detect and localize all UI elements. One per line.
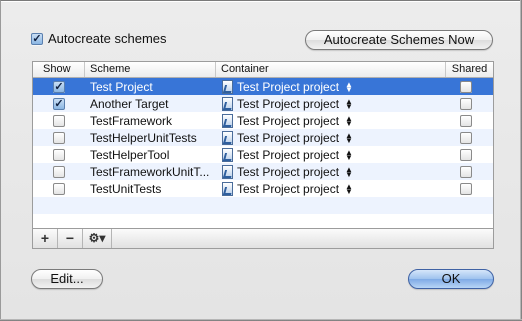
show-checkbox[interactable] <box>53 114 65 127</box>
ok-button[interactable]: OK <box>408 269 494 289</box>
show-cell: ✓ <box>33 80 85 93</box>
empty-row <box>33 197 493 214</box>
show-checkbox[interactable] <box>53 148 65 161</box>
xcode-project-icon <box>222 79 233 94</box>
table-header: Show Scheme Container Shared <box>33 62 493 78</box>
show-checkbox[interactable] <box>53 182 65 195</box>
shared-checkbox[interactable] <box>460 97 472 110</box>
shared-cell <box>446 165 493 178</box>
scheme-name: TestFrameworkUnitT... <box>90 164 210 179</box>
shared-cell <box>446 114 493 127</box>
xcode-project-icon <box>222 164 233 179</box>
xcode-project-icon <box>222 96 233 111</box>
popup-arrows-icon: ▲ ▼ <box>345 79 353 94</box>
container-popup[interactable]: Test Project project ▲ ▼ <box>216 147 446 162</box>
empty-row <box>33 214 493 228</box>
container-popup[interactable]: Test Project project ▲ ▼ <box>216 79 446 94</box>
autocreate-schemes-label: Autocreate schemes <box>48 31 167 46</box>
container-label: Test Project project <box>237 164 340 179</box>
shared-cell <box>446 131 493 144</box>
shared-cell <box>446 97 493 110</box>
autocreate-schemes-now-button[interactable]: Autocreate Schemes Now <box>305 30 493 50</box>
remove-scheme-button[interactable]: − <box>58 229 83 248</box>
checkmark-icon[interactable]: ✓ <box>31 32 43 45</box>
show-checkbox[interactable] <box>53 131 65 144</box>
show-cell <box>33 114 85 127</box>
shared-checkbox[interactable] <box>460 114 472 127</box>
column-header-show[interactable]: Show <box>33 62 85 77</box>
show-cell: ✓ <box>33 97 85 110</box>
shared-checkbox[interactable] <box>460 165 472 178</box>
show-cell <box>33 131 85 144</box>
table-body: ✓ Test Project Test Project project ▲ ▼ ✓ Anot… <box>33 78 493 228</box>
container-label: Test Project project <box>237 147 340 162</box>
scheme-name: TestHelperTool <box>90 147 170 162</box>
scheme-name: Another Target <box>90 96 169 111</box>
column-header-scheme[interactable]: Scheme <box>85 62 216 77</box>
table-row[interactable]: TestFramework Test Project project ▲ ▼ <box>33 112 493 129</box>
show-checkbox[interactable]: ✓ <box>53 97 65 110</box>
container-popup[interactable]: Test Project project ▲ ▼ <box>216 96 446 111</box>
popup-arrows-icon: ▲ ▼ <box>345 147 353 162</box>
popup-arrows-icon: ▲ ▼ <box>345 164 353 179</box>
container-label: Test Project project <box>237 113 340 128</box>
gear-icon[interactable]: ⚙▾ <box>83 229 112 248</box>
show-checkbox[interactable] <box>53 165 65 178</box>
xcode-project-icon <box>222 147 233 162</box>
container-label: Test Project project <box>237 130 340 145</box>
popup-arrows-icon: ▲ ▼ <box>345 181 353 196</box>
shared-checkbox[interactable] <box>460 182 472 195</box>
shared-cell <box>446 80 493 93</box>
container-popup[interactable]: Test Project project ▲ ▼ <box>216 181 446 196</box>
shared-checkbox[interactable] <box>460 131 472 144</box>
scheme-name: TestUnitTests <box>90 181 162 196</box>
shared-checkbox[interactable] <box>460 148 472 161</box>
table-row[interactable]: TestUnitTests Test Project project ▲ ▼ <box>33 180 493 197</box>
shared-checkbox[interactable] <box>460 80 472 93</box>
container-label: Test Project project <box>237 96 340 111</box>
xcode-project-icon <box>222 181 233 196</box>
schemes-table: Show Scheme Container Shared ✓ Test Proje… <box>32 61 494 229</box>
xcode-project-icon <box>222 130 233 145</box>
container-label: Test Project project <box>237 181 340 196</box>
scheme-manager-sheet: ✓ Autocreate schemes Autocreate Schemes … <box>0 0 522 321</box>
container-popup[interactable]: Test Project project ▲ ▼ <box>216 130 446 145</box>
show-cell <box>33 182 85 195</box>
show-cell <box>33 165 85 178</box>
edit-button[interactable]: Edit... <box>31 269 103 289</box>
show-cell <box>33 148 85 161</box>
autocreate-schemes-checkbox[interactable]: ✓ Autocreate schemes <box>31 31 167 46</box>
popup-arrows-icon: ▲ ▼ <box>345 113 353 128</box>
table-row[interactable]: ✓ Another Target Test Project project ▲ ▼ <box>33 95 493 112</box>
container-popup[interactable]: Test Project project ▲ ▼ <box>216 164 446 179</box>
scheme-name: Test Project <box>90 79 153 94</box>
table-row[interactable]: TestFrameworkUnitT... Test Project projec… <box>33 163 493 180</box>
column-header-shared[interactable]: Shared <box>446 62 493 77</box>
table-row[interactable]: ✓ Test Project Test Project project ▲ ▼ <box>33 78 493 95</box>
table-row[interactable]: TestHelperUnitTests Test Project project ▲… <box>33 129 493 146</box>
shared-cell <box>446 148 493 161</box>
add-scheme-button[interactable]: + <box>33 229 58 248</box>
scheme-name: TestHelperUnitTests <box>90 130 197 145</box>
scheme-name: TestFramework <box>90 113 173 128</box>
column-header-container[interactable]: Container <box>216 62 446 77</box>
shared-cell <box>446 182 493 195</box>
container-popup[interactable]: Test Project project ▲ ▼ <box>216 113 446 128</box>
table-row[interactable]: TestHelperTool Test Project project ▲ ▼ <box>33 146 493 163</box>
table-toolbar: + − ⚙▾ <box>32 229 494 249</box>
show-checkbox[interactable]: ✓ <box>53 80 65 93</box>
popup-arrows-icon: ▲ ▼ <box>345 130 353 145</box>
xcode-project-icon <box>222 113 233 128</box>
popup-arrows-icon: ▲ ▼ <box>345 96 353 111</box>
container-label: Test Project project <box>237 79 340 94</box>
